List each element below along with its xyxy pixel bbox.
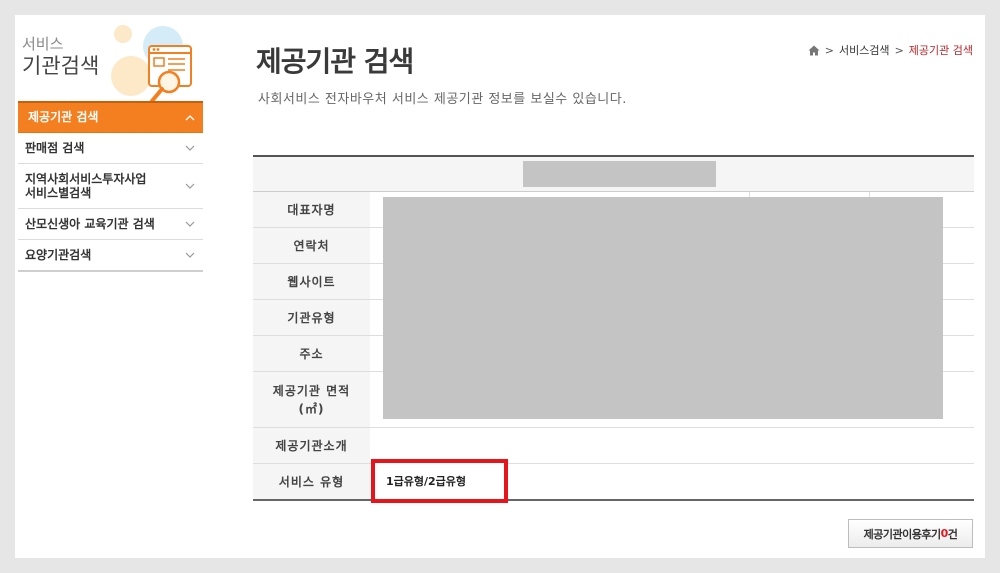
breadcrumb-separator: > xyxy=(894,43,904,57)
table-row-service-type: 서비스 유형 xyxy=(253,464,974,501)
table-header xyxy=(253,155,974,192)
sidebar-item-label: 산모신생아 교육기관 검색 xyxy=(25,217,155,231)
sidebar-item-label: 제공기관 검색 xyxy=(28,110,99,124)
row-label: 제공기관소개 xyxy=(253,428,370,463)
chevron-down-icon xyxy=(185,252,195,258)
sidebar-item-provider-search[interactable]: 제공기관 검색 xyxy=(18,101,203,133)
chevron-down-icon xyxy=(185,183,195,189)
sidebar-item-care-facility-search[interactable]: 요양기관검색 xyxy=(18,240,203,272)
row-label: 대표자명 xyxy=(253,192,370,227)
review-count-unit: 건 xyxy=(947,527,958,541)
sidebar-title-sub: 서비스 xyxy=(22,35,64,53)
table-row-introduction: 제공기관소개 xyxy=(253,428,974,464)
row-label: 연락처 xyxy=(253,228,370,263)
sidebar-title: 서비스 기관검색 xyxy=(22,35,99,79)
service-type-text: 1급유형/2급유형 xyxy=(386,475,467,488)
page-description: 사회서비스 전자바우처 서비스 제공기관 정보를 보실수 있습니다. xyxy=(258,92,627,107)
chevron-up-icon xyxy=(185,114,195,120)
search-illustration-icon xyxy=(111,25,192,103)
row-label-line1: 제공기관 면적 xyxy=(272,383,351,398)
sidebar-item-label: 요양기관검색 xyxy=(25,248,92,262)
sidebar-item-label-line2: 서비스별검색 xyxy=(25,186,92,200)
sidebar-item-store-search[interactable]: 판매점 검색 xyxy=(18,133,203,164)
breadcrumb: > 서비스검색 > 제공기관 검색 xyxy=(808,42,973,58)
home-icon[interactable] xyxy=(808,45,820,56)
row-label: 제공기관 면적 (㎡) xyxy=(253,372,370,427)
page-title: 제공기관 검색 xyxy=(256,45,414,78)
sidebar-item-regional-service-search[interactable]: 지역사회서비스투자사업 서비스별검색 xyxy=(18,164,203,209)
redacted-provider-name xyxy=(523,161,716,187)
redacted-details xyxy=(383,197,943,419)
service-type-value: 1급유형/2급유형 xyxy=(371,459,508,503)
provider-reviews-button[interactable]: 제공기관이용후기 0 건 xyxy=(848,519,973,548)
sidebar-item-maternity-education-search[interactable]: 산모신생아 교육기관 검색 xyxy=(18,209,203,240)
row-label: 서비스 유형 xyxy=(253,464,370,499)
row-value xyxy=(370,428,974,463)
row-label: 기관유형 xyxy=(253,300,370,335)
row-label: 웹사이트 xyxy=(253,264,370,299)
row-label-line2: (㎡) xyxy=(298,401,325,416)
breadcrumb-separator: > xyxy=(824,43,834,57)
chevron-down-icon xyxy=(185,145,195,151)
breadcrumb-item-service-search[interactable]: 서비스검색 xyxy=(839,42,890,58)
sidebar-item-label: 판매점 검색 xyxy=(25,141,85,155)
chevron-down-icon xyxy=(185,221,195,227)
review-count: 0 xyxy=(940,527,949,540)
sidebar-item-label-line1: 지역사회서비스투자사업 xyxy=(25,172,147,186)
breadcrumb-item-current: 제공기관 검색 xyxy=(908,44,973,57)
row-label: 주소 xyxy=(253,336,370,371)
sidebar-title-main: 기관검색 xyxy=(22,54,100,78)
page-frame: 서비스 기관검색 제공기관 검색 판매점 검색 지역사회서비스투자사업 서비스별… xyxy=(15,15,985,558)
review-button-label: 제공기관이용후기 xyxy=(863,527,941,541)
sidebar-menu: 제공기관 검색 판매점 검색 지역사회서비스투자사업 서비스별검색 산모신생아 … xyxy=(18,101,203,272)
